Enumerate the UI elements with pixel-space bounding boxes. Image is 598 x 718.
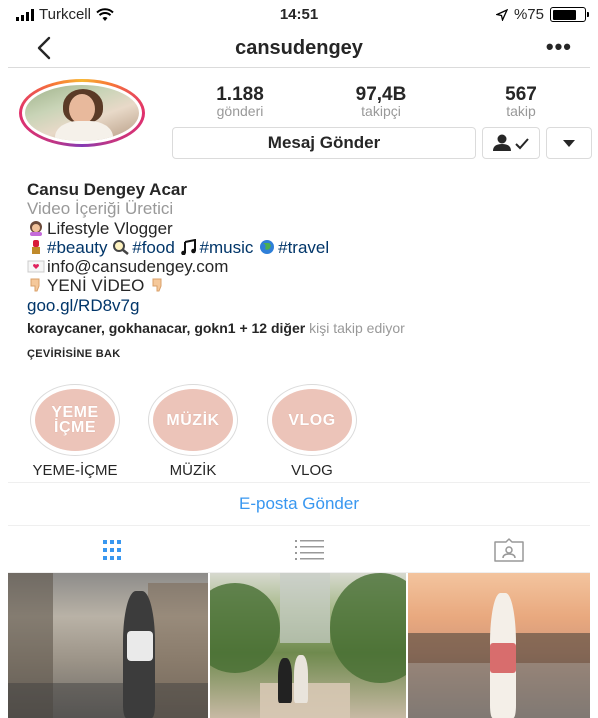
post-thumbnail[interactable] — [408, 573, 590, 718]
bio-line-email: info@cansudengey.com — [27, 257, 587, 276]
avatar — [22, 82, 142, 144]
category-label: Video İçeriği Üretici — [27, 199, 174, 219]
following-status-button[interactable] — [482, 127, 540, 159]
status-bar: Turkcell 14:51 %75 — [0, 0, 598, 30]
send-email-button[interactable]: E-posta Gönder — [8, 494, 590, 514]
highlight-cover: MÜZİK — [153, 389, 233, 451]
posts-label: gönderi — [216, 103, 264, 119]
highlight-ring: VLOG — [267, 384, 357, 456]
hashtag-travel[interactable]: #travel — [278, 238, 329, 257]
hashtag-beauty[interactable]: #beauty — [47, 238, 108, 257]
contact-row: E-posta Gönder — [8, 482, 590, 526]
message-button[interactable]: Mesaj Gönder — [172, 127, 476, 159]
highlight-cover: VLOG — [272, 389, 352, 451]
following-count: 567 — [505, 84, 537, 105]
grid-view-icon[interactable] — [95, 538, 129, 562]
bio-line-hashtags: #beauty #food #music #travel — [27, 238, 587, 257]
magnifier-emoji-icon — [113, 239, 130, 255]
battery-percent: %75 — [513, 6, 544, 23]
following-label: takip — [506, 103, 536, 119]
love-letter-emoji-icon — [27, 260, 45, 273]
suggested-dropdown-button[interactable] — [546, 127, 592, 159]
hashtag-music[interactable]: #music — [200, 238, 254, 257]
highlight-vlog[interactable]: VLOG VLOG — [267, 384, 357, 479]
post-thumbnail[interactable] — [8, 573, 208, 718]
more-options-icon[interactable]: ••• — [546, 34, 572, 60]
post-thumbnail[interactable] — [210, 573, 406, 718]
lipstick-emoji-icon — [32, 239, 40, 254]
woman-emoji-icon — [30, 220, 42, 236]
followed-by-others: + 12 diğer — [239, 320, 306, 336]
highlight-label: MÜZİK — [169, 462, 217, 479]
pointing-down-emoji-icon — [152, 278, 162, 292]
bio-line-vlogger: Lifestyle Vlogger — [27, 219, 587, 238]
bio-new-video: YENİ VİDEO — [47, 276, 145, 296]
posts-grid — [8, 573, 590, 718]
avatar-story-ring[interactable] — [19, 79, 145, 147]
followers-count: 97,4B — [355, 84, 407, 105]
location-arrow-icon — [495, 8, 508, 21]
highlight-label: YEME-İÇME — [32, 462, 118, 479]
profile-bio: Cansu Dengey Acar Video İçeriği Üretici … — [27, 180, 587, 315]
highlight-ring: YEME İÇME — [30, 384, 120, 456]
highlight-cover: YEME İÇME — [35, 389, 115, 451]
globe-emoji-icon — [260, 239, 275, 254]
followed-by-suffix: kişi takip ediyor — [309, 320, 405, 336]
stat-following[interactable]: 567 takip — [461, 84, 581, 119]
caret-down-icon — [563, 140, 575, 147]
stat-posts[interactable]: 1.188 gönderi — [180, 84, 300, 119]
battery-icon — [550, 7, 589, 22]
bio-email: info@cansudengey.com — [47, 257, 229, 277]
highlight-label: VLOG — [291, 462, 333, 479]
nav-bar: cansudengey ••• — [8, 30, 590, 68]
highlight-ring: MÜZİK — [148, 384, 238, 456]
hashtag-food[interactable]: #food — [132, 238, 175, 257]
full-name: Cansu Dengey Acar — [27, 180, 187, 199]
highlight-muzik[interactable]: MÜZİK MÜZİK — [148, 384, 238, 479]
followed-by[interactable]: koraycaner, gokhanacar, gokn1 + 12 diğer… — [27, 320, 405, 336]
followed-by-users: koraycaner, gokhanacar, gokn1 — [27, 320, 236, 336]
posts-count: 1.188 — [216, 84, 264, 105]
battery-fill — [552, 9, 576, 20]
see-translation-link[interactable]: ÇEVİRİSİNE BAK — [27, 348, 120, 360]
highlight-yeme-icme[interactable]: YEME İÇME YEME-İÇME — [30, 384, 120, 479]
view-tabs — [8, 526, 590, 573]
bio-link[interactable]: goo.gl/RD8v7g — [27, 296, 587, 315]
followers-label: takipçi — [361, 103, 401, 119]
status-right: %75 — [495, 6, 589, 23]
music-note-emoji-icon — [180, 238, 196, 255]
stat-followers[interactable]: 97,4B takipçi — [321, 84, 441, 119]
profile-stats: 1.188 gönderi 97,4B takipçi 567 takip — [180, 84, 595, 122]
list-view-icon[interactable] — [292, 538, 326, 562]
pointing-down-emoji-icon — [30, 278, 40, 292]
tagged-photos-icon[interactable] — [492, 538, 526, 562]
bio-line-new-video: YENİ VİDEO — [27, 276, 587, 295]
person-check-icon — [493, 134, 529, 151]
profile-username: cansudengey — [235, 37, 363, 59]
